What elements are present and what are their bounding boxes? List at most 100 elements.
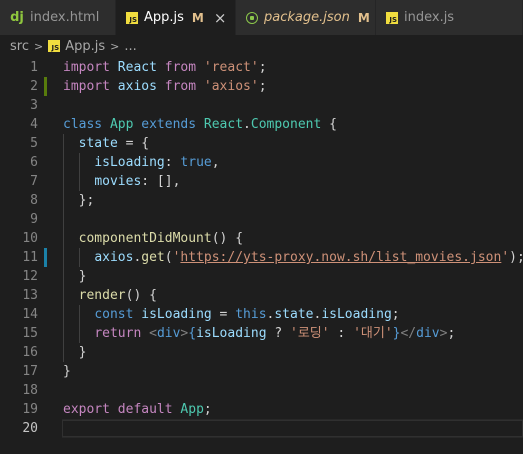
code-token: = { [117,136,150,151]
code-text: state = { [63,134,149,153]
code-line[interactable]: 11 axios.get('https://yts-proxy.now.sh/l… [0,248,523,267]
code-line[interactable]: 14 const isLoading = this.state.isLoadin… [0,305,523,324]
code-token: isLoading [141,307,212,322]
code-line[interactable]: 16 } [0,343,523,362]
breadcrumb-file[interactable]: App.js [65,39,105,54]
code-line[interactable]: 12 } [0,267,523,286]
line-number: 20 [22,421,38,436]
tab-package-json[interactable]: package.json M [236,0,376,35]
chevron-right-icon: > [33,39,44,53]
code-token: isLoading [196,326,267,341]
code-token: export [63,402,110,417]
code-token: import [63,60,110,75]
code-token: }; [63,193,95,208]
code-line[interactable]: 5 state = { [0,134,523,153]
code-token: '로딩' [290,326,330,341]
line-number: 18 [22,383,38,398]
code-token: ? [266,326,291,341]
code-line[interactable]: 6 isLoading: true, [0,153,523,172]
code-line[interactable]: 1 import React from 'react'; [0,58,523,77]
code-line[interactable]: 3 [0,96,523,115]
code-token: const [94,307,134,322]
line-number: 4 [30,117,38,132]
line-number: 15 [22,326,38,341]
code-token: isLoading [94,155,165,170]
code-line[interactable]: 10 componentDidMount() { [0,229,523,248]
code-token: () { [125,288,157,303]
code-token: state [78,136,118,151]
code-token: class [63,117,103,132]
code-token: . [243,117,251,132]
code-line[interactable]: 4 class App extends React.Component { [0,115,523,134]
code-token: : [], [141,174,181,189]
modified-line-marker[interactable] [44,248,47,267]
code-text: movies: [], [63,172,180,191]
breadcrumb-symbol[interactable]: ... [124,39,136,54]
modified-indicator: M [191,10,204,25]
code-text: }; [63,191,95,210]
code-token: from [164,60,197,75]
code-token: } [63,345,87,360]
code-token: : [164,155,181,170]
line-number: 17 [22,364,38,379]
code-text: class App extends React.Component { [63,115,337,134]
code-line[interactable]: 18 [0,381,523,400]
line-number: 3 [30,98,38,113]
code-token: div [156,326,181,341]
tab-App-js[interactable]: JS App.js M × [116,0,236,35]
added-line-marker[interactable] [44,77,47,96]
code-line[interactable]: 2 import axios from 'axios'; [0,77,523,96]
code-token: from [164,79,197,94]
code-token: 'react' [203,60,259,75]
code-token: axios [94,250,134,265]
line-number: 9 [30,212,38,227]
code-line[interactable]: 9 [0,210,523,229]
code-token: ; [258,79,267,94]
code-token: } [63,364,71,379]
code-text: axios.get('https://yts-proxy.now.sh/list… [63,248,523,267]
tab-index-js[interactable]: JS index.js [376,0,523,35]
code-line[interactable]: 19 export default App; [0,400,523,419]
code-text: render() { [63,286,157,305]
breadcrumb: src > JS App.js > ... [0,35,523,57]
code-token: ' [501,250,510,265]
code-token: Component [250,117,322,132]
code-token: = [211,307,236,322]
code-line[interactable]: 13 render() { [0,286,523,305]
node-package-icon [246,11,258,24]
code-token: App [109,117,134,132]
close-icon[interactable]: × [214,9,227,27]
tab-label: index.js [404,10,455,25]
code-token: { [321,117,337,132]
indent-guide [63,210,64,229]
code-line[interactable]: 15 return <div>{isLoading ? '로딩' : '대기'}… [0,324,523,343]
tab-index-html[interactable]: dj index.html [0,0,116,35]
code-line[interactable]: 8 }; [0,191,523,210]
line-number: 13 [22,288,38,303]
tab-label: index.html [30,10,100,25]
tab-bar: dj index.html JS App.js M × package.json M JS ind… [0,0,523,35]
code-token: < [149,326,157,341]
line-number: 5 [30,136,38,151]
code-token: this [235,307,267,322]
code-token: : [329,326,354,341]
code-line[interactable]: 7 movies: [], [0,172,523,191]
code-token: ); [509,250,523,265]
code-line[interactable]: 17} [0,362,523,381]
breadcrumb-folder[interactable]: src [10,39,29,54]
code-text: componentDidMount() { [63,229,243,248]
code-token: true [180,155,212,170]
code-editor[interactable]: 1 import React from 'react'; 2 import axios… [0,57,523,454]
code-line[interactable]: 20 [0,419,523,438]
